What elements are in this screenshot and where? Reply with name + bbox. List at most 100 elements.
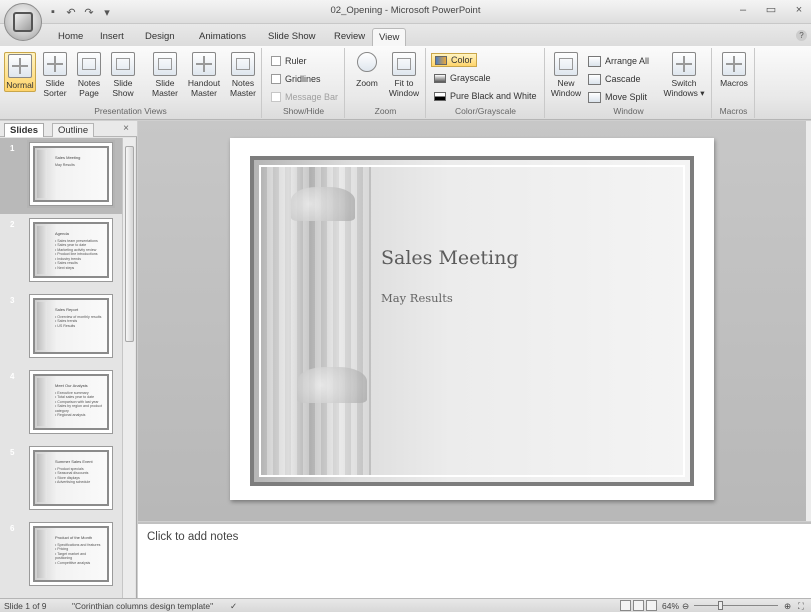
- corinthian-columns-image: [261, 167, 371, 475]
- tab-slides[interactable]: Slides: [4, 123, 44, 137]
- thumbnail-text: Product of the Month • Specifications and…: [55, 535, 100, 565]
- tab-animations[interactable]: Animations: [193, 28, 252, 46]
- group-label-presentation-views: Presentation Views: [94, 106, 167, 116]
- switch-windows-button[interactable]: Switch Windows ▾: [660, 52, 708, 98]
- ruler-checkbox[interactable]: Ruler: [271, 54, 307, 68]
- color-swatch-icon: [435, 55, 447, 65]
- checkbox-icon: [271, 74, 281, 84]
- slide-number: 5: [10, 448, 15, 457]
- arrange-all-icon: [588, 55, 601, 67]
- slide-thumbnail-row[interactable]: 1 Sales Meeting May Results: [0, 138, 122, 214]
- pure-black-white-button[interactable]: Pure Black and White: [434, 89, 537, 103]
- slide-subtitle[interactable]: May Results: [381, 291, 453, 305]
- tab-design[interactable]: Design: [139, 28, 181, 46]
- slide-thumbnail-row[interactable]: 6 Product of the Month • Specifications an…: [0, 518, 122, 594]
- slide-thumbnail-list: 1 Sales Meeting May Results 2 Agenda • Sales …: [0, 138, 122, 598]
- slide-show-status-icon[interactable]: [646, 600, 657, 611]
- zoom-level[interactable]: 64%: [662, 601, 679, 611]
- column-capital-image: [297, 367, 367, 403]
- slide-inner-border: Sales Meeting May Results: [259, 165, 685, 477]
- cascade-icon: [588, 73, 601, 85]
- move-split-button[interactable]: Move Split: [588, 90, 647, 104]
- zoom-in-icon[interactable]: ⊕: [784, 601, 791, 612]
- slide-number: 2: [10, 220, 15, 229]
- slide-thumbnail[interactable]: Product of the Month • Specifications and…: [29, 522, 113, 586]
- switch-windows-icon: [672, 52, 696, 76]
- thumbnail-title: Summer Sales Event: [55, 459, 93, 464]
- slide-thumbnail-row[interactable]: 5 Summer Sales Event • Product specials • S…: [0, 442, 122, 518]
- thumbnail-column-image: [37, 378, 47, 426]
- cascade-button[interactable]: Cascade: [588, 72, 641, 86]
- window-controls: – ▭ ×: [735, 2, 807, 18]
- scrollbar-thumb[interactable]: [125, 146, 134, 342]
- fit-to-window-button[interactable]: Fit to Window: [386, 52, 422, 98]
- theme-name: "Corinthian columns design template": [72, 601, 214, 611]
- notes-page-button[interactable]: Notes Page: [74, 52, 104, 98]
- maximize-button[interactable]: ▭: [763, 2, 779, 18]
- close-panel-icon[interactable]: ×: [123, 123, 129, 134]
- normal-view-status-icon[interactable]: [620, 600, 631, 611]
- slide-thumbnail[interactable]: Sales Report • Overview of monthly result…: [29, 294, 113, 358]
- slide-master-button[interactable]: Slide Master: [148, 52, 182, 98]
- minimize-button[interactable]: –: [735, 2, 751, 18]
- notes-pane[interactable]: Click to add notes: [138, 522, 811, 598]
- thumbnail-line: • Seasonal discounts: [55, 471, 89, 475]
- handout-master-button[interactable]: Handout Master: [186, 52, 222, 98]
- slide-thumbnail-row[interactable]: 3 Sales Report • Overview of monthly resul…: [0, 290, 122, 366]
- notes-master-button[interactable]: Notes Master: [226, 52, 260, 98]
- message-bar-checkbox: Message Bar: [271, 90, 338, 104]
- thumbnail-scrollbar[interactable]: [122, 138, 135, 598]
- zoom-slider[interactable]: [694, 605, 778, 606]
- slide-show-button[interactable]: Slide Show: [108, 52, 138, 98]
- tab-home[interactable]: Home: [52, 28, 89, 46]
- slide-sorter-status-icon[interactable]: [633, 600, 644, 611]
- window-title: 02_Opening - Microsoft PowerPoint: [330, 5, 481, 16]
- thumbnail-text: Meet Our Analysts • Executive summary • T…: [55, 383, 102, 418]
- group-label-macros: Macros: [719, 106, 748, 116]
- thumbnail-frame: Product of the Month • Specifications and…: [33, 526, 109, 582]
- thumbnail-frame: Agenda • Sales team presentations • Sales …: [33, 222, 109, 278]
- column-capital-image: [291, 187, 355, 221]
- title-bar: ▪ ↶ ↷ ▾ 02_Opening - Microsoft PowerPoin…: [0, 0, 811, 24]
- thumbnail-line: • Competitive analysis: [55, 560, 91, 565]
- current-slide[interactable]: Sales Meeting May Results: [230, 138, 714, 500]
- tab-review[interactable]: Review: [328, 28, 371, 46]
- tab-slide-show[interactable]: Slide Show: [262, 28, 322, 46]
- close-button[interactable]: ×: [791, 2, 807, 18]
- slide-title[interactable]: Sales Meeting: [381, 247, 519, 269]
- group-macros: Macros Macros: [713, 48, 755, 118]
- arrange-all-button[interactable]: Arrange All: [588, 54, 649, 68]
- slide-sorter-button[interactable]: Slide Sorter: [40, 52, 70, 98]
- zoom-out-icon[interactable]: ⊖: [682, 601, 689, 612]
- fit-slide-icon[interactable]: ⛶: [798, 601, 804, 612]
- slide-editing-area: Sales Meeting May Results: [138, 121, 806, 521]
- office-button[interactable]: [4, 3, 42, 41]
- slide-thumbnail[interactable]: Summer Sales Event • Product specials • Se…: [29, 446, 113, 510]
- macros-button[interactable]: Macros: [717, 52, 751, 88]
- tab-insert[interactable]: Insert: [94, 28, 130, 46]
- slide-thumbnail[interactable]: Meet Our Analysts • Executive summary • T…: [29, 370, 113, 434]
- status-bar: Slide 1 of 9 "Corinthian columns design …: [0, 598, 811, 612]
- thumbnail-text: Agenda • Sales team presentations • Sales …: [55, 231, 98, 270]
- slide-sorter-icon: [43, 52, 67, 76]
- thumbnail-title: Product of the Month: [55, 535, 93, 540]
- gridlines-checkbox[interactable]: Gridlines: [271, 72, 321, 86]
- slide-thumbnail-row[interactable]: 2 Agenda • Sales team presentations • Sales…: [0, 214, 122, 290]
- tab-view[interactable]: View: [372, 28, 407, 46]
- zoom-slider-thumb[interactable]: [718, 601, 723, 610]
- slide-number: 4: [10, 372, 15, 381]
- slide-scrollbar[interactable]: [806, 121, 811, 521]
- notes-placeholder[interactable]: Click to add notes: [147, 531, 238, 543]
- slide-thumbnail[interactable]: Sales Meeting May Results: [27, 140, 115, 208]
- new-window-button[interactable]: New Window: [548, 52, 584, 98]
- slide-thumbnail[interactable]: Agenda • Sales team presentations • Sales …: [29, 218, 113, 282]
- zoom-button[interactable]: Zoom: [352, 52, 382, 88]
- spell-check-icon[interactable]: ✓: [230, 601, 237, 612]
- grayscale-button[interactable]: Grayscale: [434, 71, 491, 85]
- tab-outline[interactable]: Outline: [52, 123, 95, 137]
- thumbnail-text: Sales Meeting May Results: [55, 155, 80, 167]
- help-icon[interactable]: ?: [796, 30, 807, 41]
- slide-thumbnail-row[interactable]: 4 Meet Our Analysts • Executive summary • …: [0, 366, 122, 442]
- normal-view-button[interactable]: Normal: [4, 52, 36, 92]
- color-button[interactable]: Color: [431, 53, 477, 67]
